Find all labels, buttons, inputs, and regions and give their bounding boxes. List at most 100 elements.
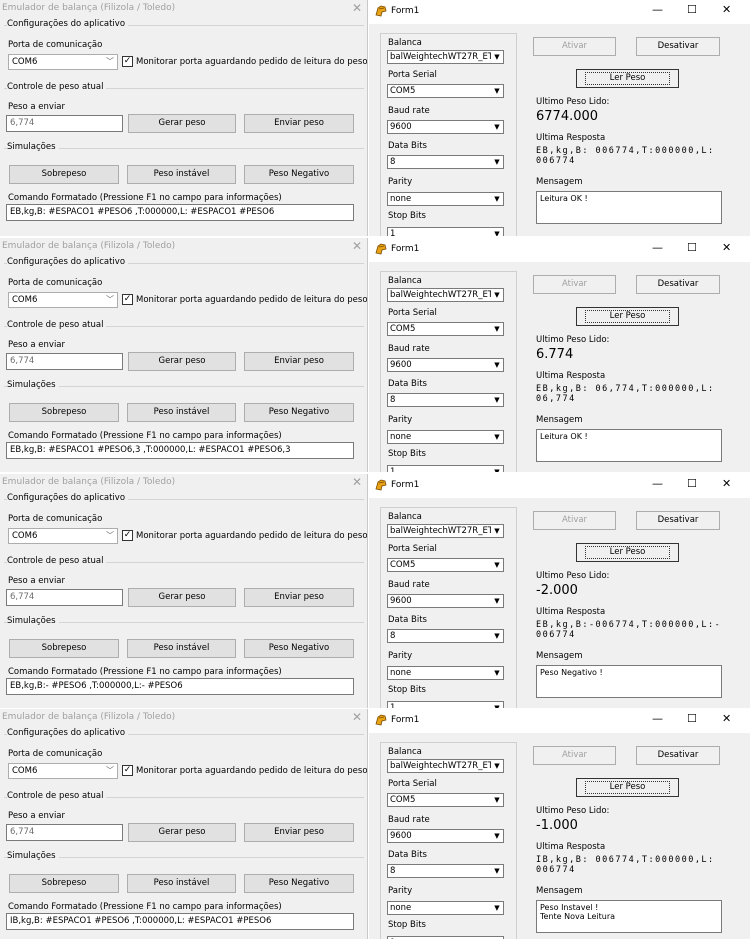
stop-bits-select[interactable]: 1 ▼: [387, 701, 504, 708]
balanca-select[interactable]: balWeightechWT27R_ETH ▼: [387, 524, 504, 538]
port-select[interactable]: COM6 ﹀: [8, 528, 118, 544]
baud-rate-select[interactable]: 9600 ▼: [387, 829, 504, 843]
baud-rate-select[interactable]: 9600 ▼: [387, 120, 504, 134]
config-group: Configurações do aplicativo: [4, 493, 364, 503]
close-icon[interactable]: ✕: [352, 710, 362, 724]
balanca-select[interactable]: balWeightechWT27R_ETH ▼: [387, 288, 504, 302]
data-bits-select[interactable]: 8 ▼: [387, 864, 504, 878]
overweight-button[interactable]: Sobrepeso: [9, 874, 119, 893]
deactivate-button[interactable]: Desativar: [636, 37, 720, 56]
close-icon[interactable]: ✕: [722, 3, 731, 16]
generate-weight-button[interactable]: Gerar peso: [128, 823, 236, 842]
chevron-down-icon: ▼: [491, 760, 503, 772]
minimize-icon[interactable]: —: [652, 712, 663, 725]
baud-rate-select[interactable]: 9600 ▼: [387, 358, 504, 372]
read-weight-button[interactable]: Ler Peso: [576, 543, 679, 562]
overweight-button[interactable]: Sobrepeso: [9, 403, 119, 422]
weight-input[interactable]: 6,774: [6, 589, 123, 606]
command-input[interactable]: EB,kg,B: #ESPACO1 #PESO6,3 ,T:000000,L: …: [6, 442, 354, 459]
send-weight-button[interactable]: Enviar peso: [244, 114, 354, 133]
serial-port-select[interactable]: COM5 ▼: [387, 558, 504, 572]
parity-select[interactable]: none ▼: [387, 901, 504, 915]
serial-port-select[interactable]: COM5 ▼: [387, 84, 504, 98]
port-select[interactable]: COM6 ﹀: [8, 292, 118, 308]
stop-bits-select[interactable]: 1 ▼: [387, 227, 504, 236]
command-input[interactable]: EB,kg,B: #ESPACO1 #PESO6 ,T:000000,L: #E…: [6, 204, 354, 221]
negative-weight-button[interactable]: Peso Negativo: [244, 639, 354, 658]
generate-weight-button[interactable]: Gerar peso: [128, 588, 236, 607]
minimize-icon[interactable]: —: [652, 3, 663, 16]
stop-bits-select[interactable]: 1 ▼: [387, 465, 504, 472]
deactivate-button[interactable]: Desativar: [636, 511, 720, 530]
port-select[interactable]: COM6 ﹀: [8, 54, 118, 70]
message-box[interactable]: Peso Negativo !: [536, 665, 722, 698]
close-icon[interactable]: ✕: [722, 241, 731, 254]
maximize-icon[interactable]: ☐: [687, 3, 697, 16]
parity-value: none: [390, 432, 412, 442]
data-bits-select[interactable]: 8 ▼: [387, 155, 504, 169]
negative-weight-button[interactable]: Peso Negativo: [244, 165, 354, 184]
serial-port-select[interactable]: COM5 ▼: [387, 793, 504, 807]
last-response-label: Ultima Resposta: [536, 842, 606, 852]
config-group: Configurações do aplicativo: [4, 728, 364, 738]
send-weight-button[interactable]: Enviar peso: [244, 352, 354, 371]
maximize-icon[interactable]: ☐: [687, 477, 697, 490]
negative-weight-button[interactable]: Peso Negativo: [244, 874, 354, 893]
data-bits-select[interactable]: 8 ▼: [387, 629, 504, 643]
minimize-icon[interactable]: —: [652, 477, 663, 490]
generate-weight-button[interactable]: Gerar peso: [128, 352, 236, 371]
chevron-down-icon: ▼: [491, 228, 503, 236]
monitor-checkbox[interactable]: ✓: [122, 765, 133, 776]
deactivate-button[interactable]: Desativar: [636, 275, 720, 294]
monitor-checkbox[interactable]: ✓: [122, 294, 133, 305]
send-weight-button[interactable]: Enviar peso: [244, 823, 354, 842]
command-input[interactable]: EB,kg,B:- #PESO6 ,T:000000,L:- #PESO6: [6, 678, 354, 695]
maximize-icon[interactable]: ☐: [687, 241, 697, 254]
activate-button[interactable]: Ativar: [533, 37, 616, 56]
weight-input[interactable]: 6,774: [6, 115, 123, 132]
parity-select[interactable]: none ▼: [387, 430, 504, 444]
read-weight-button[interactable]: Ler Peso: [576, 778, 679, 797]
baud-rate-select[interactable]: 9600 ▼: [387, 594, 504, 608]
read-weight-button[interactable]: Ler Peso: [576, 307, 679, 326]
overweight-button[interactable]: Sobrepeso: [9, 639, 119, 658]
message-box[interactable]: Leitura OK !: [536, 429, 722, 462]
maximize-icon[interactable]: ☐: [687, 712, 697, 725]
simulations-group-label: Simulações: [7, 616, 59, 626]
port-select[interactable]: COM6 ﹀: [8, 763, 118, 779]
parity-select[interactable]: none ▼: [387, 192, 504, 206]
command-input[interactable]: IB,kg,B: #ESPACO1 #PESO6 ,T:000000,L: #E…: [6, 913, 354, 930]
overweight-button[interactable]: Sobrepeso: [9, 165, 119, 184]
unstable-weight-button[interactable]: Peso instável: [127, 639, 236, 658]
activate-button[interactable]: Ativar: [533, 746, 616, 765]
unstable-weight-button[interactable]: Peso instável: [127, 165, 236, 184]
activate-button[interactable]: Ativar: [533, 275, 616, 294]
balanca-select[interactable]: balWeightechWT27R_ETH ▼: [387, 759, 504, 773]
deactivate-button[interactable]: Desativar: [636, 746, 720, 765]
minimize-icon[interactable]: —: [652, 241, 663, 254]
read-weight-button[interactable]: Ler Peso: [576, 69, 679, 88]
data-bits-value: 8: [390, 631, 396, 641]
balanca-select[interactable]: balWeightechWT27R_ETH ▼: [387, 50, 504, 64]
close-icon[interactable]: ✕: [352, 239, 362, 253]
parity-select[interactable]: none ▼: [387, 666, 504, 680]
send-weight-button[interactable]: Enviar peso: [244, 588, 354, 607]
close-icon[interactable]: ✕: [722, 477, 731, 490]
weight-input[interactable]: 6,774: [6, 824, 123, 841]
unstable-weight-button[interactable]: Peso instável: [127, 403, 236, 422]
close-icon[interactable]: ✕: [352, 1, 362, 15]
data-bits-select[interactable]: 8 ▼: [387, 393, 504, 407]
close-icon[interactable]: ✕: [722, 712, 731, 725]
read-weight-button-label: Ler Peso: [584, 310, 671, 323]
weight-input[interactable]: 6,774: [6, 353, 123, 370]
monitor-checkbox[interactable]: ✓: [122, 530, 133, 541]
message-box[interactable]: Leitura OK !: [536, 191, 722, 224]
monitor-checkbox[interactable]: ✓: [122, 56, 133, 67]
serial-port-select[interactable]: COM5 ▼: [387, 322, 504, 336]
unstable-weight-button[interactable]: Peso instável: [127, 874, 236, 893]
close-icon[interactable]: ✕: [352, 475, 362, 489]
activate-button[interactable]: Ativar: [533, 511, 616, 530]
negative-weight-button[interactable]: Peso Negativo: [244, 403, 354, 422]
message-box[interactable]: Peso Instavel ! Tente Nova Leitura: [536, 900, 722, 933]
generate-weight-button[interactable]: Gerar peso: [128, 114, 236, 133]
